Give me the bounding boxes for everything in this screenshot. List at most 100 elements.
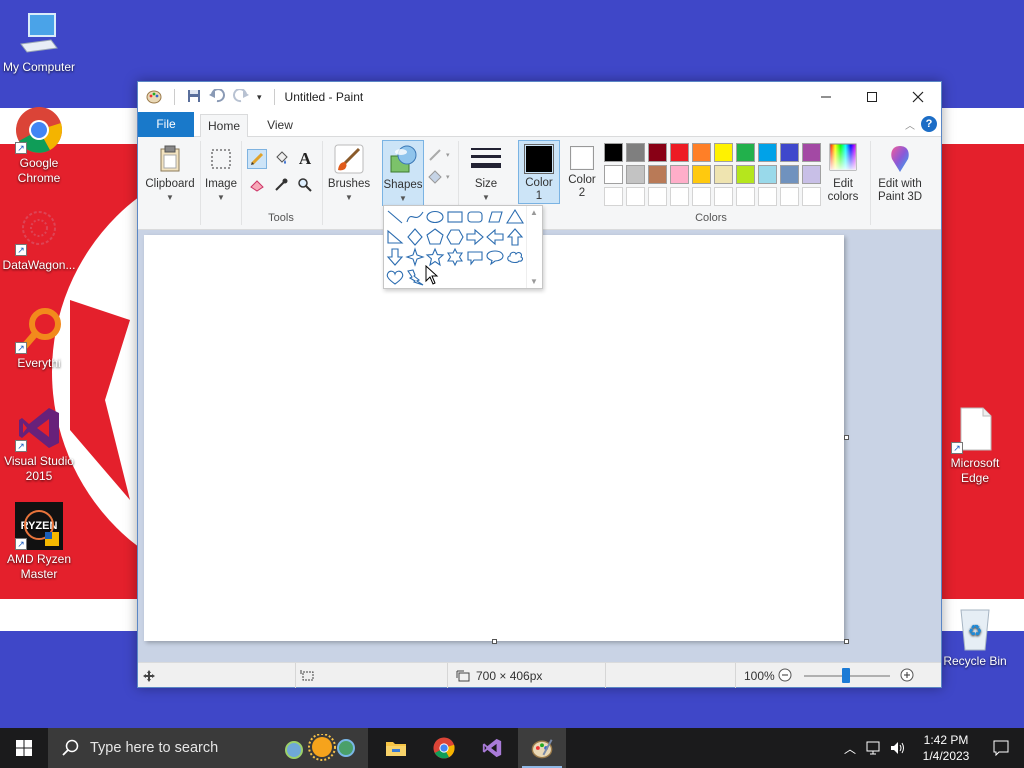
shape-option[interactable] [445,247,465,267]
resize-handle-bottom[interactable] [492,639,497,644]
palette-color-swatch[interactable] [714,165,733,184]
magnifier-tool[interactable] [295,175,315,195]
text-tool[interactable]: A [295,149,315,169]
shape-option[interactable] [405,247,425,267]
drawing-canvas[interactable] [144,235,844,641]
color2-button[interactable]: Color 2 [562,140,602,204]
redo-icon[interactable] [233,87,249,106]
edit-with-paint3d-button[interactable]: Edit with Paint 3D [874,140,926,204]
shape-option[interactable] [405,207,425,227]
action-center-button[interactable] [978,728,1024,768]
minimize-button[interactable] [803,82,849,112]
shape-option[interactable] [465,247,485,267]
palette-custom-swatch[interactable] [758,187,777,206]
palette-color-swatch[interactable] [802,165,821,184]
palette-color-swatch[interactable] [626,165,645,184]
shape-option[interactable] [405,227,425,247]
size-button[interactable]: Size ▼ [464,140,508,204]
palette-custom-swatch[interactable] [802,187,821,206]
network-icon[interactable] [866,741,882,755]
desktop-icon-everything[interactable]: ↗ Everythi [0,306,78,371]
eraser-tool[interactable] [247,175,267,195]
palette-custom-swatch[interactable] [692,187,711,206]
palette-color-swatch[interactable] [802,143,821,162]
resize-handle-corner[interactable] [844,639,849,644]
image-button[interactable]: Image ▼ [202,140,240,204]
start-button[interactable] [0,728,48,768]
palette-color-swatch[interactable] [758,143,777,162]
brushes-button[interactable]: Brushes ▼ [326,140,372,204]
shape-option[interactable] [445,207,465,227]
shape-option[interactable] [405,267,425,287]
shape-option[interactable] [465,227,485,247]
palette-custom-swatch[interactable] [648,187,667,206]
zoom-out-button[interactable] [778,668,792,685]
shapes-button[interactable]: Shapes ▼ [382,140,424,206]
shape-option[interactable] [465,207,485,227]
clipboard-button[interactable]: Clipboard ▼ [142,140,198,204]
palette-color-swatch[interactable] [736,165,755,184]
palette-color-swatch[interactable] [648,165,667,184]
taskbar-search-box[interactable]: Type here to search [48,728,368,768]
palette-color-swatch[interactable] [670,143,689,162]
color-picker-tool[interactable] [271,175,291,195]
tab-file[interactable]: File [138,112,194,137]
gallery-scrollbar[interactable]: ▲ ▼ [526,206,542,288]
palette-custom-swatch[interactable] [736,187,755,206]
paint-app-icon[interactable] [146,88,162,107]
palette-color-swatch[interactable] [692,165,711,184]
collapse-ribbon-chevron-up-icon[interactable]: ︿ [905,117,915,132]
customize-quick-access-chevron-down-icon[interactable]: ▾ [257,92,262,103]
edit-colors-button[interactable]: Edit colors [822,140,864,204]
desktop-icon-google-chrome[interactable]: ↗ Google Chrome [0,106,78,186]
palette-color-swatch[interactable] [780,165,799,184]
shape-option[interactable] [425,227,445,247]
shape-option[interactable] [445,227,465,247]
shape-option[interactable] [485,227,505,247]
show-hidden-icons-chevron-up-icon[interactable]: ︿ [844,740,856,757]
palette-color-swatch[interactable] [626,143,645,162]
palette-color-swatch[interactable] [758,165,777,184]
volume-icon[interactable] [890,741,906,755]
taskbar-visual-studio[interactable] [468,728,516,768]
taskbar-google-chrome[interactable] [420,728,468,768]
palette-custom-swatch[interactable] [604,187,623,206]
shape-option[interactable] [385,247,405,267]
color1-button[interactable]: Color 1 [518,140,560,204]
shape-option[interactable] [485,207,505,227]
palette-color-swatch[interactable] [714,143,733,162]
resize-handle-right[interactable] [844,435,849,440]
shape-option[interactable] [385,227,405,247]
desktop-icon-recycle-bin[interactable]: ♻ Recycle Bin [936,604,1014,669]
shape-option[interactable] [505,247,525,267]
shape-option[interactable] [385,207,405,227]
fill-tool[interactable] [271,149,291,169]
save-icon[interactable] [187,89,201,106]
desktop-icon-visual-studio[interactable]: ↗ Visual Studio 2015 [0,404,78,484]
zoom-slider-thumb[interactable] [842,668,850,683]
shape-option[interactable] [505,227,525,247]
palette-color-swatch[interactable] [604,165,623,184]
palette-color-swatch[interactable] [648,143,667,162]
scroll-down-icon[interactable]: ▼ [530,277,538,286]
shape-option[interactable] [505,207,525,227]
palette-custom-swatch[interactable] [714,187,733,206]
taskbar-file-explorer[interactable] [372,728,420,768]
help-icon[interactable]: ? [921,116,937,132]
tab-view[interactable]: View [256,114,304,137]
outline-button[interactable]: ▾ [426,145,454,165]
scroll-up-icon[interactable]: ▲ [530,208,538,217]
desktop-icon-amd-ryzen-master[interactable]: RYZEN ↗ AMD Ryzen Master [0,502,78,582]
palette-color-swatch[interactable] [692,143,711,162]
desktop-icon-microsoft-edge[interactable]: ↗ Microsoft Edge [936,406,1014,486]
palette-color-swatch[interactable] [780,143,799,162]
zoom-in-button[interactable] [900,668,914,685]
close-button[interactable] [895,82,941,112]
shape-option[interactable] [425,247,445,267]
palette-color-swatch[interactable] [604,143,623,162]
desktop-icon-datawagon[interactable]: ↗ DataWagon... [0,208,78,273]
shape-option[interactable] [485,247,505,267]
palette-custom-swatch[interactable] [670,187,689,206]
palette-custom-swatch[interactable] [780,187,799,206]
palette-custom-swatch[interactable] [626,187,645,206]
